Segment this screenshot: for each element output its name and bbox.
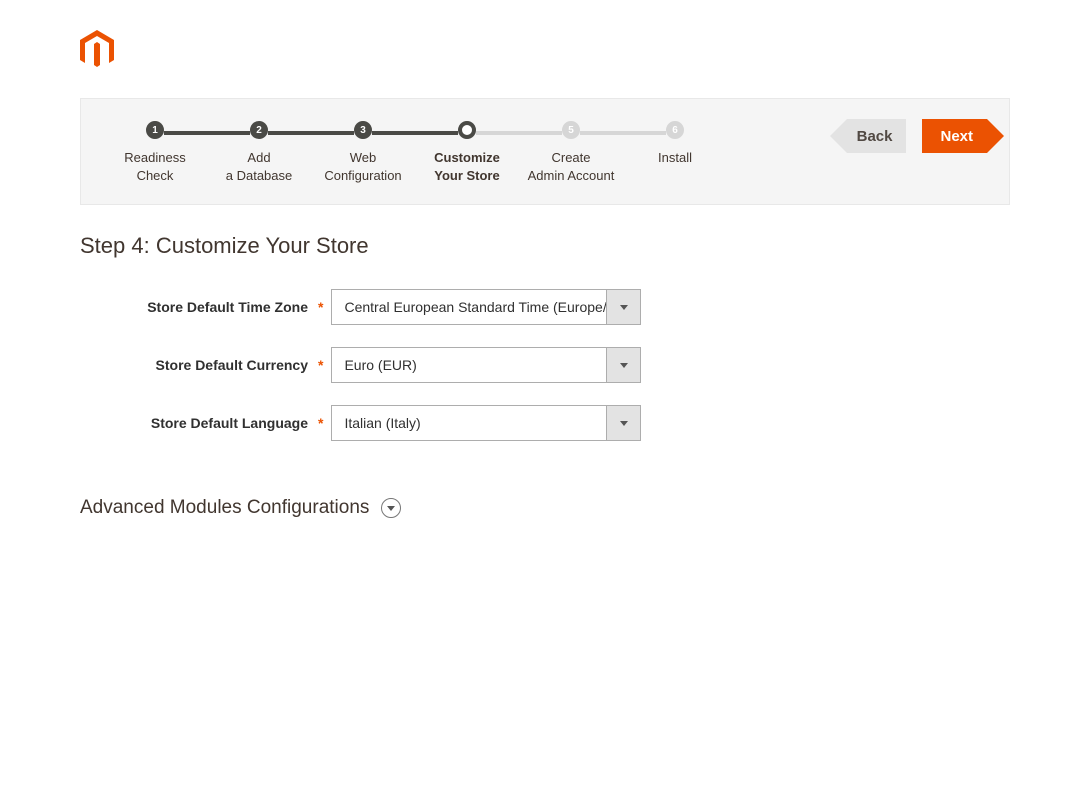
next-button[interactable]: Next <box>922 119 987 153</box>
step-label: Web Configuration <box>324 149 401 184</box>
page-title: Step 4: Customize Your Store <box>80 233 1010 259</box>
step-label: Add a Database <box>226 149 293 184</box>
label-currency: Store Default Currency <box>80 357 316 373</box>
step-label: Create Admin Account <box>528 149 615 184</box>
step-number-badge: 5 <box>562 121 580 139</box>
select-timezone[interactable]: Central European Standard Time (Europe/B… <box>331 289 641 325</box>
step-label: Install <box>658 149 692 167</box>
chevron-down-icon <box>620 421 628 426</box>
field-row-currency: Store Default Currency * Euro (EUR) <box>80 347 1010 383</box>
label-language: Store Default Language <box>80 415 316 431</box>
step-readiness-check: 1 Readiness Check <box>103 121 207 184</box>
magento-logo <box>80 30 1010 70</box>
select-currency[interactable]: Euro (EUR) <box>331 347 641 383</box>
select-timezone-toggle[interactable] <box>606 290 640 324</box>
step-number-badge: 2 <box>250 121 268 139</box>
advanced-modules-expand-toggle[interactable] <box>381 498 401 518</box>
select-currency-toggle[interactable] <box>606 348 640 382</box>
select-timezone-value: Central European Standard Time (Europe/B… <box>332 290 606 324</box>
step-install: 6 Install <box>623 121 727 167</box>
select-currency-value: Euro (EUR) <box>332 348 606 382</box>
required-asterisk: * <box>316 299 331 315</box>
step-label: Readiness Check <box>124 149 185 184</box>
step-number-badge: 3 <box>354 121 372 139</box>
advanced-modules-title: Advanced Modules Configurations <box>80 497 369 519</box>
chevron-down-icon <box>387 506 395 511</box>
select-language-value: Italian (Italy) <box>332 406 606 440</box>
step-label: Customize Your Store <box>434 149 500 184</box>
field-row-language: Store Default Language * Italian (Italy) <box>80 405 1010 441</box>
wizard-nav-buttons: Back Next <box>847 119 987 153</box>
step-current-marker <box>458 121 476 139</box>
advanced-modules-section: Advanced Modules Configurations <box>80 497 1010 519</box>
step-number-badge: 6 <box>666 121 684 139</box>
chevron-down-icon <box>620 363 628 368</box>
step-number-badge: 1 <box>146 121 164 139</box>
field-row-timezone: Store Default Time Zone * Central Europe… <box>80 289 1010 325</box>
required-asterisk: * <box>316 415 331 431</box>
select-language[interactable]: Italian (Italy) <box>331 405 641 441</box>
label-timezone: Store Default Time Zone <box>80 299 316 315</box>
wizard-progress-bar: 1 Readiness Check 2 Add a Database 3 Web… <box>80 98 1010 205</box>
required-asterisk: * <box>316 357 331 373</box>
back-button[interactable]: Back <box>847 119 907 153</box>
select-language-toggle[interactable] <box>606 406 640 440</box>
steps-container: 1 Readiness Check 2 Add a Database 3 Web… <box>103 119 727 184</box>
chevron-down-icon <box>620 305 628 310</box>
